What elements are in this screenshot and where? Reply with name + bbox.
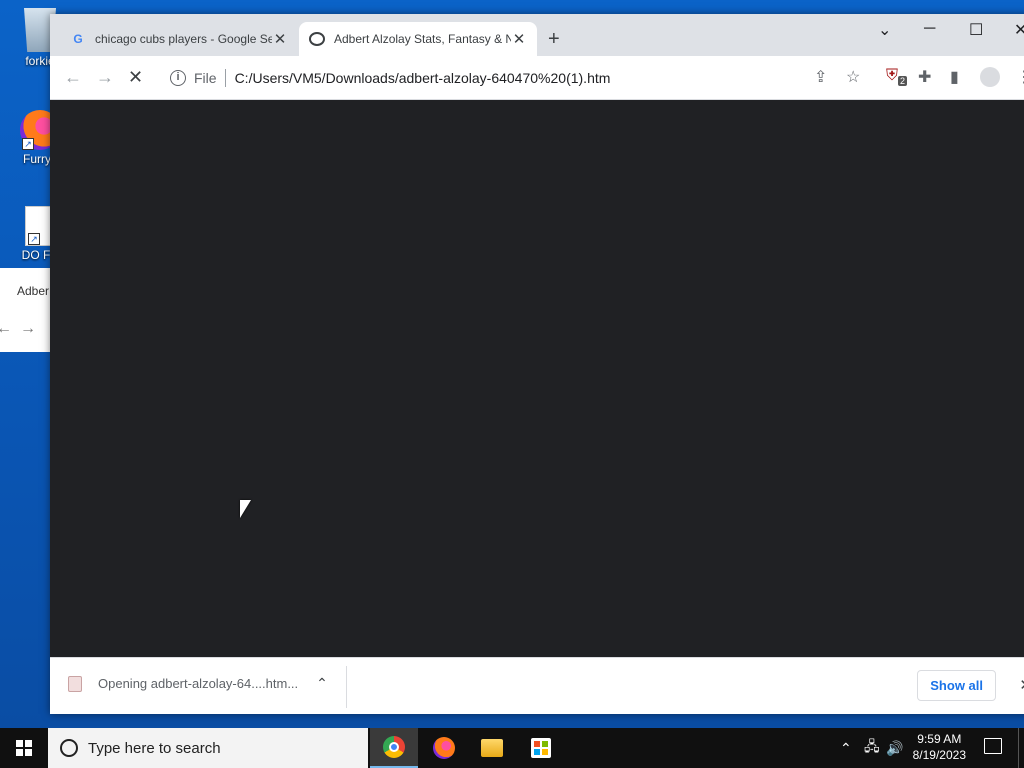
taskbar: Type here to search ⌃ 🖧 🔊 9:59 AM 8/19/2…	[0, 728, 1024, 768]
firefox-icon	[433, 737, 455, 759]
volume-icon[interactable]: 🔊	[886, 728, 903, 768]
html-file-icon	[68, 675, 82, 692]
mouse-cursor	[240, 500, 251, 518]
network-icon[interactable]: 🖧	[864, 728, 880, 768]
show-all-button[interactable]: Show all	[917, 670, 996, 701]
windows-logo-icon	[16, 740, 32, 756]
clock-time: 9:59 AM	[917, 732, 962, 746]
url-text: C:/Users/VM5/Downloads/adbert-alzolay-64…	[234, 70, 611, 86]
shortcut-arrow-icon: ↗	[28, 233, 40, 245]
extension-badge: 2	[898, 76, 908, 87]
extensions-puzzle-icon[interactable]: ✚	[918, 67, 931, 87]
tray-chevron-icon[interactable]: ⌃	[840, 728, 852, 768]
taskbar-search[interactable]: Type here to search	[48, 728, 368, 768]
download-item-label: Opening adbert-alzolay-64....htm...	[98, 676, 299, 691]
new-tab-button[interactable]: +	[548, 28, 560, 51]
profile-avatar-icon[interactable]	[980, 67, 1000, 87]
clock-date: 8/19/2023	[912, 748, 966, 762]
close-window-button[interactable]: ✕	[1014, 20, 1024, 40]
info-icon[interactable]: i	[170, 70, 186, 86]
divider	[346, 666, 347, 708]
forward-button[interactable]: →	[96, 67, 114, 88]
chrome-icon	[383, 736, 405, 758]
side-panel-icon[interactable]: ▮	[950, 67, 959, 87]
stop-loading-button[interactable]: ✕	[128, 67, 143, 88]
start-button[interactable]	[0, 728, 48, 768]
download-bar: Opening adbert-alzolay-64....htm... ⌃ Sh…	[50, 657, 1024, 714]
folder-icon	[481, 739, 503, 757]
toolbar: ← → ✕ i File C:/Users/VM5/Downloads/adbe…	[50, 56, 1024, 100]
tab-title: Adbert Alzolay Stats, Fantasy & N	[334, 32, 511, 46]
tab-adbert-alzolay[interactable]: Adbert Alzolay Stats, Fantasy & N ✕	[299, 22, 537, 56]
tab-strip: G chicago cubs players - Google Se ✕ Adb…	[50, 14, 1024, 56]
forward-arrow-icon: →	[20, 320, 36, 337]
background-tab-title: Adber	[17, 284, 50, 298]
clock[interactable]: 9:59 AM 8/19/2023	[913, 731, 966, 763]
chevron-up-icon[interactable]: ⌃	[316, 675, 328, 692]
menu-kebab-icon[interactable]: ⋮	[1016, 67, 1024, 87]
tab-title: chicago cubs players - Google Se	[95, 32, 272, 46]
close-icon[interactable]: ✕	[511, 30, 527, 48]
search-placeholder: Type here to search	[88, 739, 221, 757]
close-icon[interactable]: ✕	[272, 30, 288, 48]
divider	[224, 69, 226, 87]
page-content	[50, 101, 1024, 657]
store-icon	[531, 738, 551, 758]
mlb-icon	[309, 32, 325, 46]
ublock-extension-icon[interactable]: ⛨ 2	[886, 67, 908, 87]
download-item[interactable]: Opening adbert-alzolay-64....htm... ⌃	[68, 675, 328, 692]
background-browser-window[interactable]: Adber ← →	[0, 268, 52, 352]
search-icon	[60, 739, 78, 757]
taskbar-firefox[interactable]	[420, 728, 468, 768]
notification-icon[interactable]	[984, 738, 1002, 754]
scheme-label: File	[194, 70, 217, 86]
browser-window: G chicago cubs players - Google Se ✕ Adb…	[50, 14, 1024, 714]
back-button[interactable]: ←	[64, 67, 82, 88]
share-icon[interactable]: ⇪	[814, 67, 827, 87]
maximize-button[interactable]: ☐	[969, 20, 983, 40]
close-icon[interactable]: ✕	[1019, 676, 1024, 694]
taskbar-store[interactable]	[517, 728, 565, 768]
bookmark-star-icon[interactable]: ☆	[846, 67, 860, 87]
minimize-button[interactable]: ─	[924, 20, 935, 38]
taskbar-chrome[interactable]	[370, 728, 418, 768]
address-bar[interactable]: i File C:/Users/VM5/Downloads/adbert-alz…	[160, 62, 850, 94]
back-arrow-icon: ←	[0, 320, 12, 338]
tab-google-search[interactable]: G chicago cubs players - Google Se ✕	[60, 22, 298, 56]
show-desktop-button[interactable]	[1018, 728, 1024, 768]
google-icon: G	[73, 32, 83, 46]
taskbar-file-explorer[interactable]	[468, 728, 516, 768]
tab-search-chevron-icon[interactable]: ⌄	[878, 20, 891, 40]
shortcut-arrow-icon: ↗	[22, 138, 34, 150]
